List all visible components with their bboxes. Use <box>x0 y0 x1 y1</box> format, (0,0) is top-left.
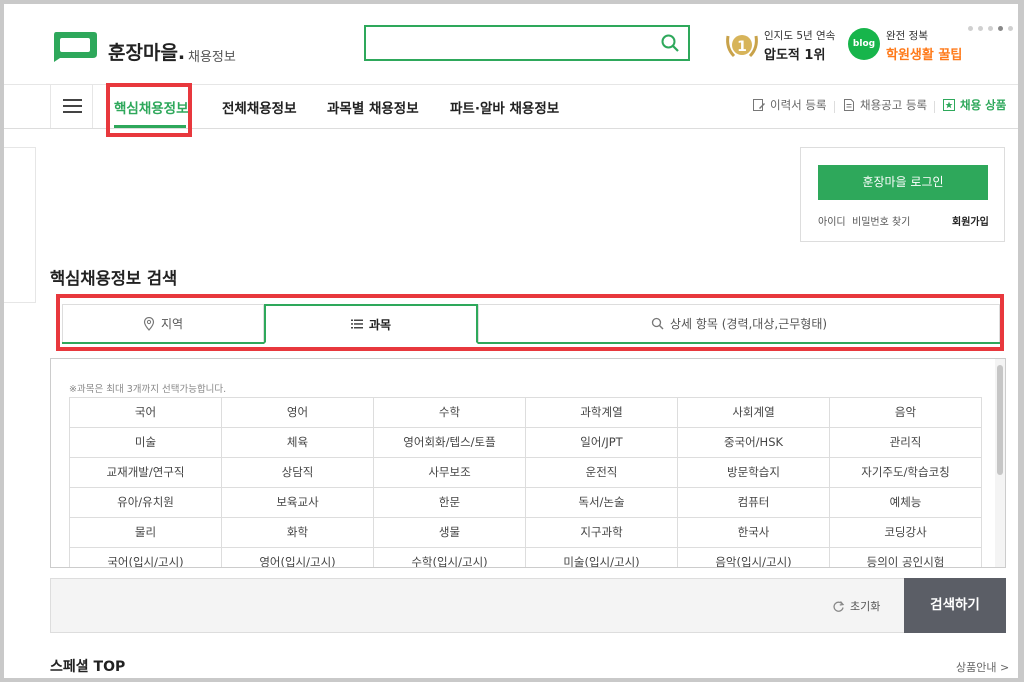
subject-option[interactable]: 방문학습지 <box>678 458 830 488</box>
subject-option[interactable]: 자기주도/학습코칭 <box>830 458 982 488</box>
subject-option[interactable]: 수학(입시/고시) <box>374 548 526 567</box>
subject-option[interactable]: 컴퓨터 <box>678 488 830 518</box>
subject-option[interactable]: 일어/JPT <box>526 428 678 458</box>
blog-line2[interactable]: 학원생활 꿀팁 <box>886 44 962 63</box>
subject-option[interactable]: 영어회화/텝스/토플 <box>374 428 526 458</box>
highlight-box <box>56 294 1004 351</box>
award-badge-number: 1 <box>737 39 747 55</box>
subject-option[interactable]: 등의이 공인시험 <box>830 548 982 567</box>
reset-label: 초기화 <box>850 600 881 613</box>
signup-link[interactable]: 회원가입 <box>952 213 989 228</box>
subject-option[interactable]: 운전직 <box>526 458 678 488</box>
subject-option[interactable]: 유아/유치원 <box>70 488 222 518</box>
highlight-box <box>106 83 192 137</box>
scrollbar-thumb[interactable] <box>997 365 1003 475</box>
subject-option[interactable]: 음악(입시/고시) <box>678 548 830 567</box>
edit-icon <box>753 99 765 111</box>
subject-option[interactable]: 음악 <box>830 398 982 428</box>
subject-option[interactable]: 과학계열 <box>526 398 678 428</box>
subject-option[interactable]: 물리 <box>70 518 222 548</box>
search-icon[interactable] <box>660 33 680 57</box>
document-icon <box>844 99 854 111</box>
award-badge-icon: 1 <box>724 30 760 66</box>
subject-option[interactable]: 교재개발/연구직 <box>70 458 222 488</box>
nav-part-time-jobs[interactable]: 파트·알바 채용정보 <box>450 97 559 117</box>
subject-option[interactable]: 지구과학 <box>526 518 678 548</box>
star-icon <box>943 99 955 111</box>
menu-icon[interactable] <box>50 85 93 128</box>
subject-row: 물리 화학 생물 지구과학 한국사 코딩강사 <box>70 518 982 548</box>
subject-option[interactable]: 중국어/HSK <box>678 428 830 458</box>
scrollbar[interactable] <box>995 359 1005 567</box>
subject-option[interactable]: 사무보조 <box>374 458 526 488</box>
search-input[interactable] <box>364 25 690 61</box>
subject-option[interactable]: 미술 <box>70 428 222 458</box>
job-products-link[interactable]: 채용 상품 <box>942 97 1006 113</box>
subject-option[interactable]: 영어(입시/고시) <box>222 548 374 567</box>
award-line2: 압도적 1위 <box>764 48 826 63</box>
job-post-register-link[interactable]: 채용공고 등록 <box>842 97 927 113</box>
login-button[interactable]: 훈장마을 로그인 <box>818 165 988 200</box>
subject-row: 유아/유치원 보육교사 한문 독서/논술 컴퓨터 예체능 <box>70 488 982 518</box>
resume-register-link[interactable]: 이력서 등록 <box>752 97 827 113</box>
subject-row: 국어(입시/고시) 영어(입시/고시) 수학(입시/고시) 미술(입시/고시) 음악(입… <box>70 548 982 567</box>
subject-option[interactable]: 코딩강사 <box>830 518 982 548</box>
nav-all-jobs[interactable]: 전체채용정보 <box>222 97 297 117</box>
blog-line1[interactable]: 완전 정복 <box>886 28 928 43</box>
side-banner <box>4 147 36 303</box>
subject-option[interactable]: 화학 <box>222 518 374 548</box>
subject-option[interactable]: 관리직 <box>830 428 982 458</box>
subject-row: 미술 체육 영어회화/텝스/토플 일어/JPT 중국어/HSK 관리직 <box>70 428 982 458</box>
find-id-link[interactable]: 아이디 <box>818 213 846 228</box>
subject-option[interactable]: 체육 <box>222 428 374 458</box>
subject-option[interactable]: 사회계열 <box>678 398 830 428</box>
find-password-link[interactable]: 비밀번호 찾기 <box>852 213 910 228</box>
divider <box>834 101 835 113</box>
subject-note: ※과목은 최대 3개까지 선택가능합니다. <box>69 384 227 395</box>
reset-button[interactable]: 초기화 <box>832 598 880 614</box>
search-section-title: 핵심채용정보 검색 <box>50 269 178 288</box>
job-post-register-label: 채용공고 등록 <box>860 98 928 112</box>
subject-option[interactable]: 예체능 <box>830 488 982 518</box>
resume-register-label: 이력서 등록 <box>770 98 827 112</box>
subject-row: 국어 영어 수학 과학계열 사회계열 음악 <box>70 398 982 428</box>
subject-option[interactable]: 영어 <box>222 398 374 428</box>
subject-option[interactable]: 국어 <box>70 398 222 428</box>
logo-subtitle[interactable]: 채용정보 <box>188 46 236 65</box>
subject-grid: 국어 영어 수학 과학계열 사회계열 음악 미술 체육 영어회화/텝스/토플 일어/JPT 중국어/… <box>69 397 982 567</box>
subject-option[interactable]: 보육교사 <box>222 488 374 518</box>
refresh-icon <box>833 600 845 612</box>
blog-icon[interactable]: blog <box>848 28 880 60</box>
subject-option[interactable]: 생물 <box>374 518 526 548</box>
subject-option[interactable]: 독서/논술 <box>526 488 678 518</box>
subject-option[interactable]: 한문 <box>374 488 526 518</box>
logo-icon[interactable] <box>50 28 100 64</box>
award-line1: 인지도 5년 연속 <box>764 30 836 42</box>
subject-option[interactable]: 한국사 <box>678 518 830 548</box>
pagination-dot[interactable] <box>978 26 983 31</box>
subject-panel: ※과목은 최대 3개까지 선택가능합니다. 국어 영어 수학 과학계열 사회계열 음악 미술… <box>50 358 1006 568</box>
banner-pagination[interactable] <box>968 26 1013 31</box>
subject-row: 교재개발/연구직 상담직 사무보조 운전직 방문학습지 자기주도/학습코칭 <box>70 458 982 488</box>
subject-option[interactable]: 수학 <box>374 398 526 428</box>
pagination-dot-active[interactable] <box>998 26 1003 31</box>
job-products-label: 채용 상품 <box>960 98 1007 112</box>
product-guide-link[interactable]: 상품안내 > <box>956 659 1009 675</box>
subject-option[interactable]: 국어(입시/고시) <box>70 548 222 567</box>
pagination-dot[interactable] <box>968 26 973 31</box>
subject-option[interactable]: 미술(입시/고시) <box>526 548 678 567</box>
divider <box>934 101 935 113</box>
page-frame: 훈장마을. 채용정보 1 인지도 5년 연속 압도적 1위 blog 완전 정복… <box>4 4 1018 678</box>
search-submit-button[interactable]: 검색하기 <box>904 578 1006 633</box>
subject-option[interactable]: 상담직 <box>222 458 374 488</box>
pagination-dot[interactable] <box>1008 26 1013 31</box>
nav-subject-jobs[interactable]: 과목별 채용정보 <box>327 97 419 117</box>
logo-text[interactable]: 훈장마을. <box>108 38 185 65</box>
special-top-title: 스페셜 TOP <box>50 659 126 675</box>
pagination-dot[interactable] <box>988 26 993 31</box>
